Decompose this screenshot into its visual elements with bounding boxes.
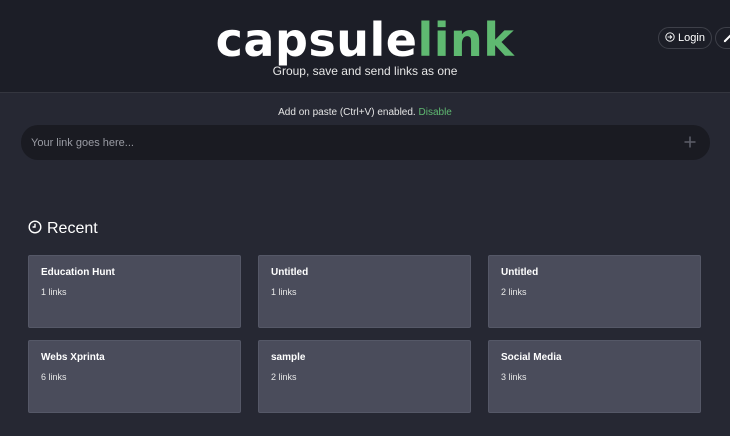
capsule-link-count: 3 links: [501, 372, 527, 382]
recent-capsules-grid: Education Hunt 1 links Untitled 1 links …: [28, 255, 702, 413]
capsule-card[interactable]: Untitled 2 links: [488, 255, 701, 328]
link-input[interactable]: [31, 125, 671, 160]
capsule-card[interactable]: Social Media 3 links: [488, 340, 701, 413]
plus-icon: [682, 136, 698, 154]
link-input-container: [21, 125, 710, 160]
capsule-card[interactable]: Untitled 1 links: [258, 255, 471, 328]
capsule-link-count: 1 links: [271, 287, 297, 297]
edit-button[interactable]: [715, 27, 730, 49]
add-link-button[interactable]: [682, 134, 698, 150]
disable-paste-link[interactable]: Disable: [419, 107, 452, 118]
app-logo[interactable]: capsulelink: [0, 14, 730, 66]
capsule-title: Education Hunt: [41, 267, 115, 278]
capsule-link-count: 1 links: [41, 287, 67, 297]
paste-notice-text: Add on paste (Ctrl+V) enabled.: [278, 107, 416, 118]
capsule-title: sample: [271, 352, 306, 363]
capsule-card[interactable]: Webs Xprinta 6 links: [28, 340, 241, 413]
capsule-link-count: 2 links: [501, 287, 527, 297]
capsule-link-count: 2 links: [271, 372, 297, 382]
capsule-title: Webs Xprinta: [41, 352, 105, 363]
logo-text-link: link: [417, 13, 515, 67]
pencil-icon: [723, 31, 730, 46]
capsule-card[interactable]: sample 2 links: [258, 340, 471, 413]
recent-heading: Recent: [28, 219, 98, 239]
capsule-link-count: 6 links: [41, 372, 67, 382]
login-label: Login: [678, 32, 705, 44]
capsule-card[interactable]: Education Hunt 1 links: [28, 255, 241, 328]
login-arrow-icon: [665, 31, 675, 45]
paste-notice: Add on paste (Ctrl+V) enabled. Disable: [0, 107, 730, 118]
capsule-title: Untitled: [271, 267, 309, 278]
login-button[interactable]: Login: [658, 27, 712, 49]
recent-title: Recent: [47, 220, 98, 237]
app-header: capsulelink Group, save and send links a…: [0, 0, 730, 93]
clock-icon: [28, 219, 42, 239]
capsule-title: Social Media: [501, 352, 562, 363]
capsule-title: Untitled: [501, 267, 539, 278]
logo-text-capsule: capsule: [215, 13, 418, 67]
tagline: Group, save and send links as one: [272, 64, 458, 78]
